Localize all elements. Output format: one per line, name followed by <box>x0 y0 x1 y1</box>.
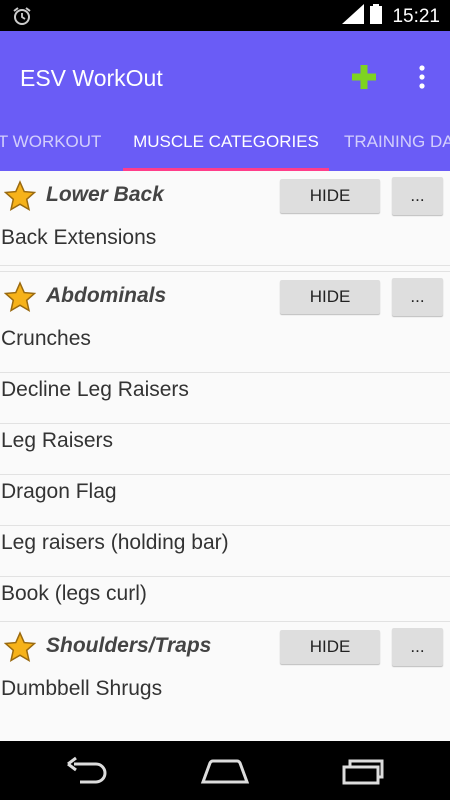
battery-icon <box>370 4 383 29</box>
category-title: Lower Back <box>46 183 164 206</box>
tab-muscle-categories[interactable]: MUSCLE CATEGORIES <box>123 123 329 171</box>
signal-icon <box>342 4 365 29</box>
category-header-shoulders-traps: Shoulders/Traps HIDE ... <box>0 622 450 672</box>
status-time: 15:21 <box>392 5 440 27</box>
more-options-button[interactable]: ... <box>392 177 443 215</box>
add-icon[interactable] <box>350 63 378 91</box>
tab-training-days[interactable]: TRAINING DA <box>344 123 450 171</box>
category-header-lower-back: Lower Back HIDE ... <box>0 171 450 221</box>
category-list[interactable]: Lower Back HIDE ... Back Extensions Abdo… <box>0 171 450 741</box>
category-title: Shoulders/Traps <box>46 634 212 657</box>
more-options-button[interactable]: ... <box>392 628 443 666</box>
overflow-menu-icon[interactable] <box>412 64 432 90</box>
exercise-item[interactable]: Leg raisers (holding bar) <box>0 526 450 577</box>
hide-button[interactable]: HIDE <box>280 630 380 664</box>
category-header-abdominals: Abdominals HIDE ... <box>0 272 450 322</box>
tab-bar: ST WORKOUT MUSCLE CATEGORIES TRAINING DA <box>0 123 450 171</box>
navigation-bar <box>0 741 450 800</box>
category-title: Abdominals <box>46 284 167 307</box>
alarm-icon <box>12 6 32 31</box>
exercise-item[interactable]: Dumbbell Shrugs <box>0 672 450 717</box>
app-bar: ESV WorkOut ST WORKOUT MUSCLE CATEGORIES… <box>0 31 450 171</box>
recent-apps-icon[interactable] <box>340 755 386 790</box>
exercise-item[interactable]: Decline Leg Raisers <box>0 373 450 424</box>
exercise-item[interactable]: Dragon Flag <box>0 475 450 526</box>
exercise-item[interactable]: Book (legs curl) <box>0 577 450 622</box>
hide-button[interactable]: HIDE <box>280 280 380 314</box>
divider <box>0 265 450 272</box>
home-icon[interactable] <box>200 755 250 790</box>
back-icon[interactable] <box>64 755 110 790</box>
star-icon[interactable] <box>3 281 37 313</box>
star-icon[interactable] <box>3 631 37 663</box>
exercise-item[interactable]: Leg Raisers <box>0 424 450 475</box>
tab-last-workout[interactable]: ST WORKOUT <box>0 123 114 171</box>
exercise-item[interactable]: Crunches <box>0 322 450 373</box>
status-bar: 15:21 <box>0 0 450 31</box>
app-title: ESV WorkOut <box>20 65 163 91</box>
exercise-item[interactable]: Back Extensions <box>0 221 450 266</box>
hide-button[interactable]: HIDE <box>280 179 380 213</box>
more-options-button[interactable]: ... <box>392 278 443 316</box>
star-icon[interactable] <box>3 180 37 212</box>
